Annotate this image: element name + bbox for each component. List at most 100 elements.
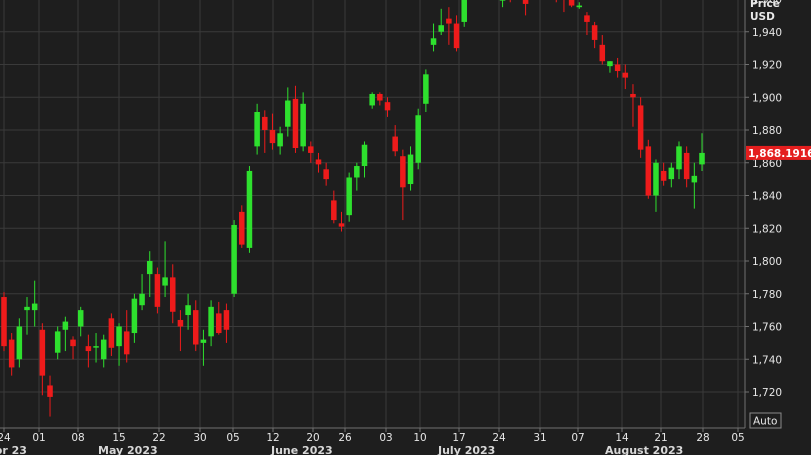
candle-body: [430, 38, 437, 45]
candle-body: [377, 93, 383, 101]
month-labels: Apr 23 May 2023 June 2023 July 2023 August 2…: [0, 444, 683, 455]
date-tick-label: 15: [112, 432, 125, 444]
candle-body: [285, 100, 291, 127]
candle-body: [637, 105, 644, 150]
candle-body: [85, 346, 92, 352]
candle-body: [70, 339, 76, 347]
candle-body: [338, 223, 345, 227]
price-tick-label: 1,800: [752, 256, 782, 268]
candle-body: [331, 200, 337, 221]
price-axis-title-line1: Price: [750, 0, 780, 10]
date-tick-label: 28: [696, 432, 709, 444]
candle-body: [453, 23, 460, 49]
date-tick-label: 05: [731, 432, 744, 444]
candle-body: [384, 102, 391, 111]
candle-body: [591, 25, 598, 40]
date-tick-label: 24: [492, 432, 506, 444]
candle-body: [231, 224, 237, 294]
candle-body: [24, 306, 30, 311]
candle-body: [584, 15, 590, 22]
auto-scale-button[interactable]: Auto: [749, 412, 782, 429]
candle-body: [522, 0, 529, 4]
candle-body: [262, 116, 268, 130]
month-label: August 2023: [605, 444, 683, 455]
candle-body: [116, 326, 122, 347]
candle: [246, 166, 253, 253]
candle-body: [300, 103, 306, 147]
candle-body: [407, 154, 414, 185]
date-tick-label: 30: [193, 432, 206, 444]
date-tick-label: 22: [152, 432, 165, 444]
candle-body: [438, 25, 444, 32]
candle-body: [415, 115, 421, 163]
price-tick-label: 1,840: [752, 191, 782, 203]
price-tick-label: 1,820: [752, 223, 782, 235]
candle-body: [223, 310, 230, 330]
candle: [346, 172, 352, 222]
last-price-marker: 1,868.1916: [746, 145, 811, 160]
date-tick-label: 03: [379, 432, 392, 444]
candle-body: [154, 274, 161, 307]
date-tick-label: 21: [654, 432, 667, 444]
candle-body: [200, 339, 207, 343]
candle-body: [668, 167, 675, 180]
last-price-label: 1,868.1916: [748, 148, 811, 160]
candle-body: [8, 339, 15, 368]
date-tick-label: 10: [413, 432, 426, 444]
month-label: May 2023: [98, 444, 158, 455]
month-label: Apr 23: [0, 444, 27, 455]
candle-body: [47, 385, 53, 397]
candle-body: [308, 146, 314, 153]
candle-body: [169, 277, 176, 312]
candle-body: [354, 166, 360, 178]
candle-body: [54, 331, 61, 353]
price-tick-label: 1,740: [752, 354, 782, 366]
candle-body: [277, 133, 283, 147]
candle-body: [699, 152, 705, 165]
candle-body: [16, 326, 23, 360]
candle-body: [162, 277, 168, 286]
date-tick-label: 12: [266, 432, 279, 444]
candle: [637, 97, 644, 158]
candle-body: [315, 159, 322, 165]
price-tick-label: 1,920: [752, 60, 782, 72]
auto-scale-label[interactable]: Auto: [753, 416, 777, 428]
candle-body: [323, 169, 329, 180]
candle-body: [208, 306, 214, 337]
candlestick-chart: 1,7201,7401,7601,7801,8001,8201,8401,860…: [0, 0, 811, 455]
date-tick-label: 01: [32, 432, 45, 444]
candle-body: [192, 310, 199, 345]
candle-body: [676, 146, 682, 170]
month-label: July 2023: [437, 444, 495, 455]
candle-body: [216, 313, 222, 334]
candle-body: [683, 152, 690, 180]
date-axis: 24 01 08 15 22 30 05 12 20 26 03 10 17 24 31 07 14 21 28 05: [0, 427, 745, 444]
candle: [231, 220, 237, 298]
candle: [415, 108, 421, 170]
candle-body: [645, 146, 652, 196]
candle-body: [139, 293, 145, 306]
price-axis-title-line2: USD: [750, 11, 775, 23]
candle-body: [131, 298, 138, 334]
candle-body: [246, 170, 253, 248]
candle: [645, 139, 652, 199]
candle-body: [254, 111, 260, 147]
candle-body: [269, 130, 276, 144]
candle-body: [568, 0, 575, 6]
price-tick-label: 1,760: [752, 322, 782, 334]
candle-body: [400, 156, 406, 188]
candle-body: [346, 177, 352, 216]
candle-body: [1, 297, 7, 347]
candle-body: [177, 319, 184, 327]
candle-body: [292, 98, 299, 149]
month-label: June 2023: [270, 444, 333, 455]
price-tick-label: 1,780: [752, 289, 782, 301]
date-tick-label: 24: [0, 432, 11, 444]
date-tick-label: 07: [571, 432, 584, 444]
candle: [154, 267, 161, 314]
candle-body: [361, 144, 368, 167]
candle-body: [461, 0, 467, 22]
candle-body: [423, 74, 429, 104]
date-tick-label: 31: [533, 432, 546, 444]
price-tick-label: 1,900: [752, 92, 782, 104]
